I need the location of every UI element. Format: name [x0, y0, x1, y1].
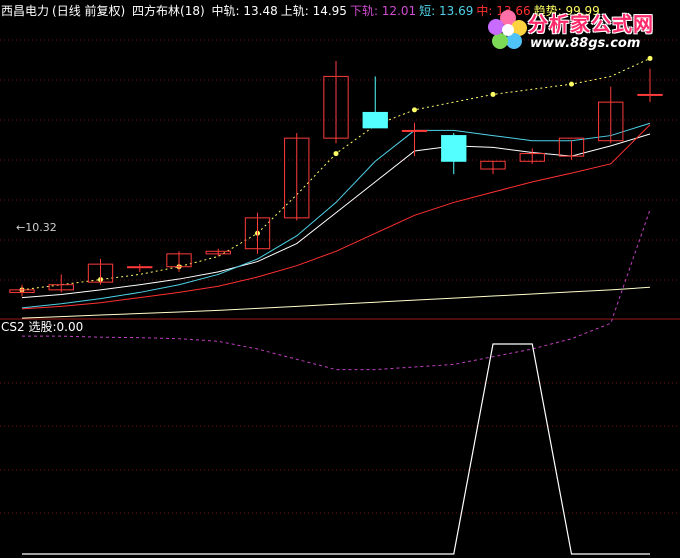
upper-band-dot: [490, 91, 496, 97]
stock-name: 西昌电力: [1, 4, 50, 18]
sub-header: CS2 选股:0.00: [1, 320, 83, 334]
candle-body: [127, 266, 153, 269]
upper-band-dot: [569, 81, 574, 87]
chart-grid: [0, 39, 680, 514]
series-line-中轨: [21, 133, 651, 299]
series-line-下轨: [22, 209, 651, 371]
cs2-line: [22, 343, 650, 555]
indicator-name: 四方布林(18): [132, 4, 205, 18]
cs2-panel: [22, 343, 650, 555]
series-line-趋势: [21, 286, 651, 319]
sub-indicator-value: 0.00: [56, 320, 84, 334]
flower-logo-icon: [488, 10, 527, 49]
sub-indicator-name: CS2: [1, 320, 25, 334]
upper-band-dot: [412, 107, 417, 113]
chart-canvas: [0, 39, 680, 555]
upper-band-dot: [333, 151, 339, 157]
header-item: 短: 13.69: [419, 4, 474, 18]
header-item: 中轨: 13.48: [211, 4, 278, 18]
candle-body: [637, 93, 663, 96]
site-logo: 分析家公式网 www.88gs.com: [486, 6, 680, 56]
logo-url: www.88gs.com: [530, 36, 641, 51]
upper-band-dot: [647, 55, 653, 61]
sub-indicator-label: 选股:: [28, 320, 57, 334]
candle-body: [362, 111, 388, 129]
candle-body: [441, 135, 467, 162]
header-item: 上轨: 14.95: [280, 4, 347, 18]
period-label: (日线 前复权): [52, 4, 126, 18]
low-price-label: ←10.32: [16, 221, 57, 234]
logo-name: 分析家公式网: [528, 12, 654, 36]
header-item: 下轨: 12.01: [349, 4, 417, 18]
candlesticks: [9, 61, 663, 297]
candle-body: [401, 129, 428, 132]
